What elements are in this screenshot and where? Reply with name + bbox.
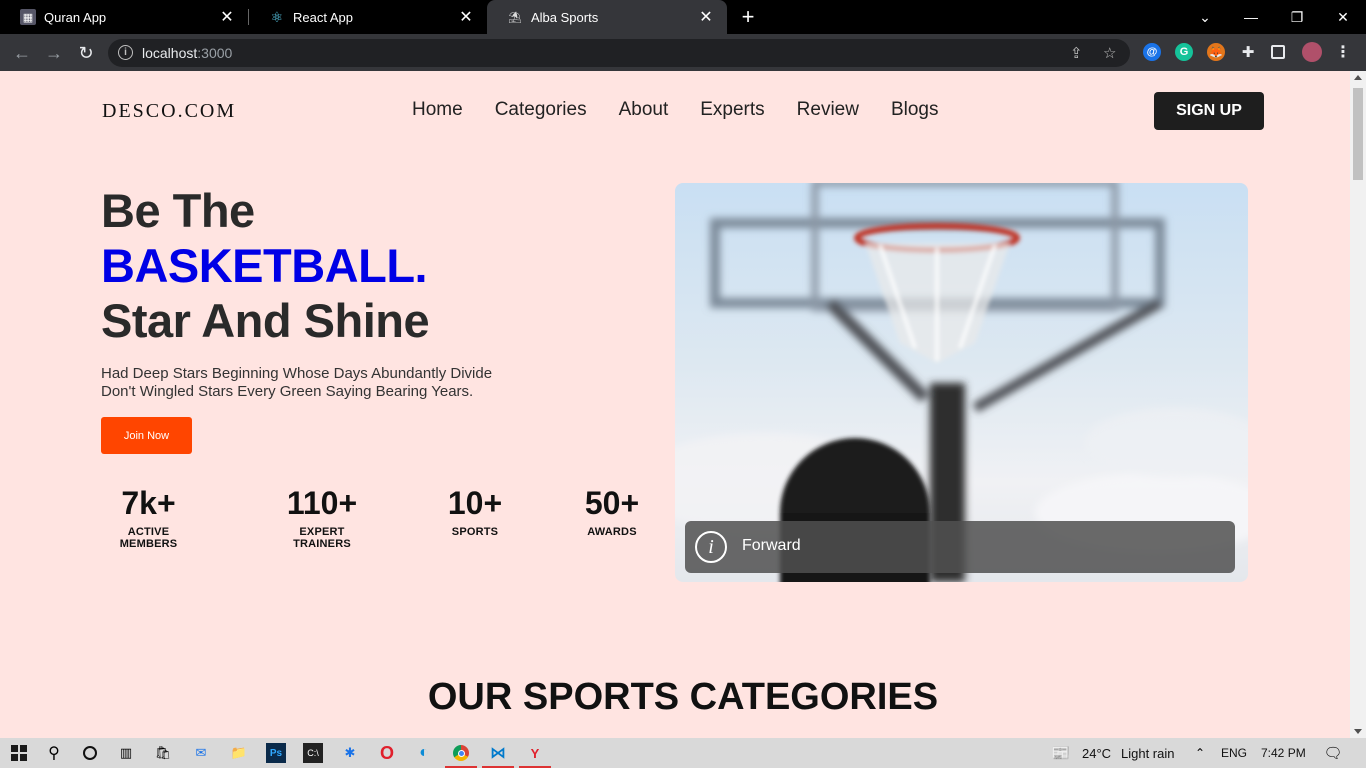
task-view-icon[interactable]: ▥ <box>116 743 136 763</box>
news-weather-icon[interactable]: 📰 <box>1051 743 1071 763</box>
nav-experts[interactable]: Experts <box>700 99 764 121</box>
file-explorer-icon[interactable]: 📁 <box>229 743 249 763</box>
weather-temperature[interactable]: 24°C <box>1082 746 1111 761</box>
quran-app-favicon-icon: ▦ <box>20 9 36 25</box>
image-caption-text: Forward <box>742 537 801 554</box>
site-logo[interactable]: DESCO.COM <box>102 100 236 123</box>
vscode-icon[interactable]: ⋈ <box>488 743 508 763</box>
chrome-icon[interactable] <box>451 743 471 763</box>
hero-description: Had Deep Stars Beginning Whose Days Abun… <box>101 365 493 400</box>
url-host: localhost <box>142 45 198 61</box>
tab-title: Alba Sports <box>531 9 599 25</box>
back-arrow-icon[interactable]: ← <box>10 41 34 65</box>
cortana-icon[interactable] <box>80 743 100 763</box>
grammarly-extension-icon[interactable]: G <box>1175 43 1193 61</box>
extensions-puzzle-icon[interactable]: ✚ <box>1239 43 1257 61</box>
page-viewport: DESCO.COM Home Categories About Experts … <box>0 71 1350 738</box>
hero-title-accent: BASKETBALL. <box>101 239 428 292</box>
stats-row: 7k+ ACTIVE MEMBERS 110+ EXPERT TRAINERS … <box>0 483 680 550</box>
notifications-icon[interactable]: 🗨 <box>1323 743 1343 763</box>
url-port: :3000 <box>197 45 233 61</box>
tab-title: React App <box>293 9 353 25</box>
windows-start-icon[interactable] <box>9 743 29 763</box>
scroll-up-arrow-icon[interactable] <box>1354 75 1362 80</box>
bluetooth-icon[interactable]: ✱ <box>340 743 360 763</box>
terminal-icon[interactable]: C:\ <box>303 743 323 763</box>
alba-sports-favicon-icon: ⛱ <box>508 11 522 24</box>
tab-alba-sports[interactable]: ⛱ Alba Sports ✕ <box>487 0 727 34</box>
email-extension-icon[interactable]: @ <box>1143 43 1161 61</box>
bookmark-star-icon[interactable]: ☆ <box>1103 44 1116 62</box>
site-info-icon[interactable]: i <box>118 45 133 60</box>
mail-icon[interactable]: ✉ <box>191 743 211 763</box>
reload-icon[interactable]: ↻ <box>74 41 98 65</box>
stat-label: AWARDS <box>587 526 637 538</box>
search-icon[interactable]: ⚲ <box>44 743 64 763</box>
tray-chevron-up-icon[interactable]: ⌃ <box>1190 743 1210 763</box>
info-icon[interactable]: i <box>695 531 727 563</box>
tab-quran-app[interactable]: ▦ Quran App ✕ <box>0 0 248 34</box>
profile-avatar[interactable] <box>1302 42 1322 62</box>
close-icon[interactable]: ✕ <box>218 7 236 27</box>
tab-search-chevron-icon[interactable]: ⌄ <box>1182 0 1228 34</box>
stat-label: EXPERT TRAINERS <box>293 526 351 550</box>
forward-arrow-icon[interactable]: → <box>42 41 66 65</box>
close-icon[interactable]: ✕ <box>697 7 715 27</box>
sports-categories-heading: OUR SPORTS CATEGORIES <box>427 676 939 718</box>
main-nav: Home Categories About Experts Review Blo… <box>412 99 939 121</box>
metamask-extension-icon[interactable]: 🦊 <box>1207 43 1225 61</box>
stat-value: 10+ <box>447 485 503 521</box>
opera-icon[interactable]: O <box>377 743 397 763</box>
tab-react-app[interactable]: ⚛ React App ✕ <box>249 0 487 34</box>
stat-value: 50+ <box>584 485 640 521</box>
yandex-icon[interactable]: Y <box>525 743 545 763</box>
side-panel-icon[interactable] <box>1271 45 1285 59</box>
weather-description[interactable]: Light rain <box>1121 746 1174 761</box>
edge-icon[interactable]: ◐ <box>414 743 434 763</box>
hero-title: Be The BASKETBALL. Star And Shine <box>101 183 430 348</box>
stat-active-members: 7k+ ACTIVE MEMBERS <box>101 483 196 550</box>
nav-blogs[interactable]: Blogs <box>891 99 939 121</box>
store-icon[interactable]: 🛍 <box>153 743 173 763</box>
scroll-down-arrow-icon[interactable] <box>1354 729 1362 734</box>
stat-awards: 50+ AWARDS <box>580 483 644 538</box>
url-text: localhost:3000 <box>142 45 232 61</box>
nav-review[interactable]: Review <box>797 99 859 121</box>
nav-about[interactable]: About <box>619 99 669 121</box>
new-tab-icon[interactable]: + <box>737 4 759 30</box>
menu-kebab-icon[interactable]: ⋮ <box>1334 43 1352 61</box>
nav-home[interactable]: Home <box>412 99 463 121</box>
hero-title-line3: Star And Shine <box>101 294 430 347</box>
scrollbar-thumb[interactable] <box>1353 88 1363 180</box>
page-scrollbar[interactable] <box>1350 71 1366 738</box>
minimize-icon[interactable]: — <box>1228 0 1274 34</box>
browser-tab-bar: ▦ Quran App ✕ ⚛ React App ✕ ⛱ Alba Sport… <box>0 0 1366 34</box>
windows-taskbar: ⚲ ▥ 🛍 ✉ 📁 Ps C:\ ✱ O ◐ ⋈ Y 📰 24°C Light … <box>0 738 1366 768</box>
address-bar[interactable]: i localhost:3000 ⇪ ☆ <box>108 39 1130 67</box>
stat-label: SPORTS <box>451 526 499 538</box>
window-close-icon[interactable]: ✕ <box>1320 0 1366 34</box>
image-caption-bar: i Forward <box>685 521 1235 573</box>
hero-basketball-image: i Forward <box>675 183 1248 582</box>
join-now-button[interactable]: Join Now <box>101 417 192 454</box>
nav-categories[interactable]: Categories <box>495 99 587 121</box>
browser-toolbar: ← → ↻ i localhost:3000 ⇪ ☆ @ G 🦊 ✚ ⋮ <box>0 34 1366 71</box>
react-logo-icon: ⚛ <box>270 8 284 25</box>
input-language[interactable]: ENG <box>1221 746 1247 760</box>
stat-value: 110+ <box>286 485 358 521</box>
stat-expert-trainers: 110+ EXPERT TRAINERS <box>272 483 372 550</box>
tab-title: Quran App <box>44 9 107 25</box>
stat-value: 7k+ <box>121 485 176 521</box>
stat-sports: 10+ SPORTS <box>445 483 505 538</box>
photoshop-icon[interactable]: Ps <box>266 743 286 763</box>
share-icon[interactable]: ⇪ <box>1070 44 1083 62</box>
clock-time[interactable]: 7:42 PM <box>1261 746 1306 760</box>
stat-label: ACTIVE MEMBERS <box>119 526 178 550</box>
close-icon[interactable]: ✕ <box>457 7 475 27</box>
restore-icon[interactable]: ❐ <box>1274 0 1320 34</box>
sign-up-button[interactable]: SIGN UP <box>1154 92 1264 130</box>
hero-title-line1: Be The <box>101 184 255 237</box>
